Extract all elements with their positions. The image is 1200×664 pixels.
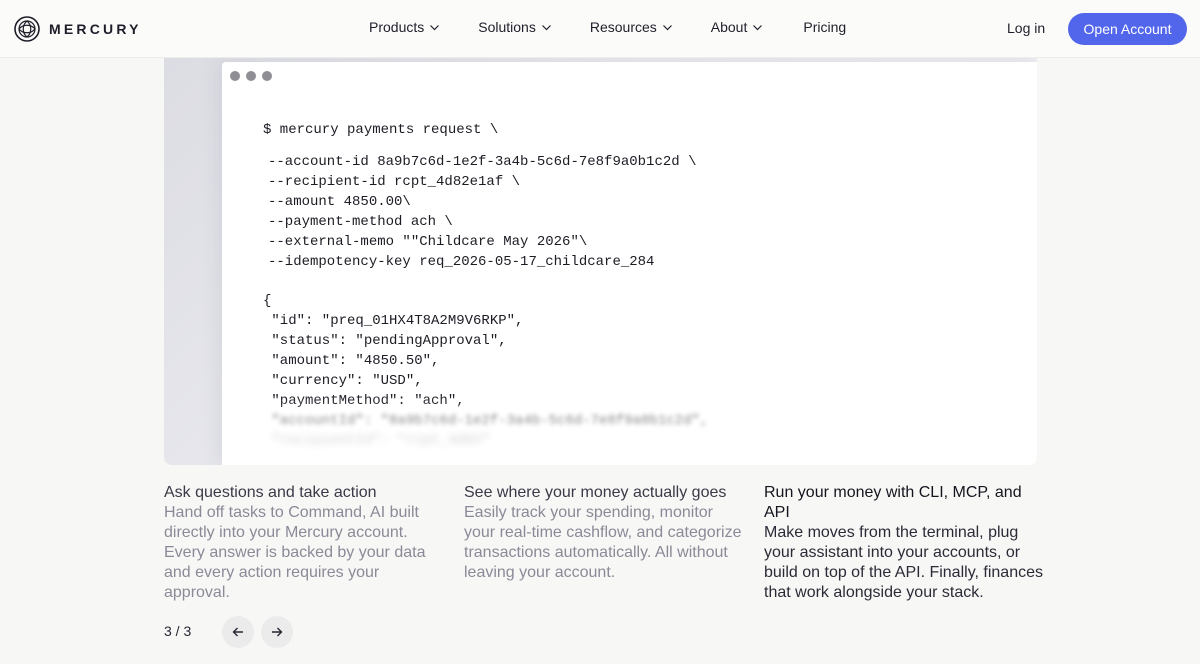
chevron-down-icon <box>541 24 551 30</box>
pager-count: 3 / 3 <box>164 623 192 639</box>
feature-ask-questions[interactable]: Ask questions and take action Hand off t… <box>164 483 444 603</box>
site-header: MERCURY Products Solutions Resources Abo… <box>0 0 1200 58</box>
arrow-right-icon <box>272 627 283 637</box>
terminal-arg-line: --external-memo ""Childcare May 2026"\ <box>268 234 588 250</box>
logo[interactable]: MERCURY <box>14 16 142 42</box>
open-account-button[interactable]: Open Account <box>1068 13 1187 45</box>
feature-cli-mcp-api[interactable]: Run your money with CLI, MCP, and API Ma… <box>764 483 1044 603</box>
terminal-illustration: $ mercury payments request \ --account-i… <box>164 58 1037 465</box>
terminal-args: --account-id 8a9b7c6d-1e2f-3a4b-5c6d-7e8… <box>268 152 696 272</box>
feature-track-money[interactable]: See where your money actually goes Easil… <box>464 483 744 583</box>
terminal-response-line: "currency": "USD", <box>263 373 423 389</box>
chevron-down-icon <box>430 24 440 30</box>
nav-label: Pricing <box>803 19 847 35</box>
nav-label: Solutions <box>478 19 536 35</box>
terminal-command: $ mercury payments request \ <box>263 122 499 138</box>
terminal-arg-line: --amount 4850.00\ <box>268 194 411 210</box>
terminal-window: $ mercury payments request \ --account-i… <box>222 62 1037 465</box>
feature-title: See where your money actually goes <box>464 484 727 501</box>
nav-products[interactable]: Products <box>369 19 440 35</box>
feature-body: Make moves from the terminal, plug your … <box>764 524 1043 601</box>
nav-solutions[interactable]: Solutions <box>478 19 552 35</box>
nav-label: Products <box>369 19 425 35</box>
terminal-arg-line: --account-id 8a9b7c6d-1e2f-3a4b-5c6d-7e8… <box>268 154 697 170</box>
login-link[interactable]: Log in <box>1007 20 1045 36</box>
main-nav: Products Solutions Resources About Prici… <box>369 19 846 35</box>
terminal-arg-line: --idempotency-key req_2026-05-17_childca… <box>268 254 655 270</box>
nav-resources[interactable]: Resources <box>590 19 673 35</box>
nav-label: About <box>710 19 748 35</box>
feature-title: Ask questions and take action <box>164 484 377 501</box>
terminal-response-line: "amount": "4850.50", <box>263 353 440 369</box>
brand-name: MERCURY <box>49 21 142 37</box>
window-dot-icon <box>230 71 240 81</box>
terminal-arg-line: --recipient-id rcpt_4d82e1af \ <box>268 174 521 190</box>
next-button[interactable] <box>261 616 293 648</box>
terminal-arg-line: --payment-method ach \ <box>268 214 453 230</box>
terminal-response-line: "id": "preq_01HX4T8A2M9V6RKP", <box>263 313 524 329</box>
window-dot-icon <box>246 71 256 81</box>
terminal-response-line: "status": "pendingApproval", <box>263 333 507 349</box>
nav-pricing[interactable]: Pricing <box>803 19 846 35</box>
feature-body: Easily track your spending, monitor your… <box>464 504 742 581</box>
chevron-down-icon <box>753 24 763 30</box>
nav-label: Resources <box>589 19 657 35</box>
feature-title: Run your money with CLI, MCP, and API <box>764 484 1022 521</box>
previous-button[interactable] <box>222 616 254 648</box>
feature-body: Hand off tasks to Command, AI built dire… <box>164 504 426 601</box>
window-dot-icon <box>262 71 272 81</box>
window-controls <box>230 71 278 81</box>
mercury-logo-icon <box>14 16 40 42</box>
terminal-response-line: { <box>263 293 272 309</box>
arrow-left-icon <box>232 627 243 637</box>
chevron-down-icon <box>662 24 672 30</box>
nav-about[interactable]: About <box>711 19 764 35</box>
terminal-fade <box>222 395 1037 465</box>
